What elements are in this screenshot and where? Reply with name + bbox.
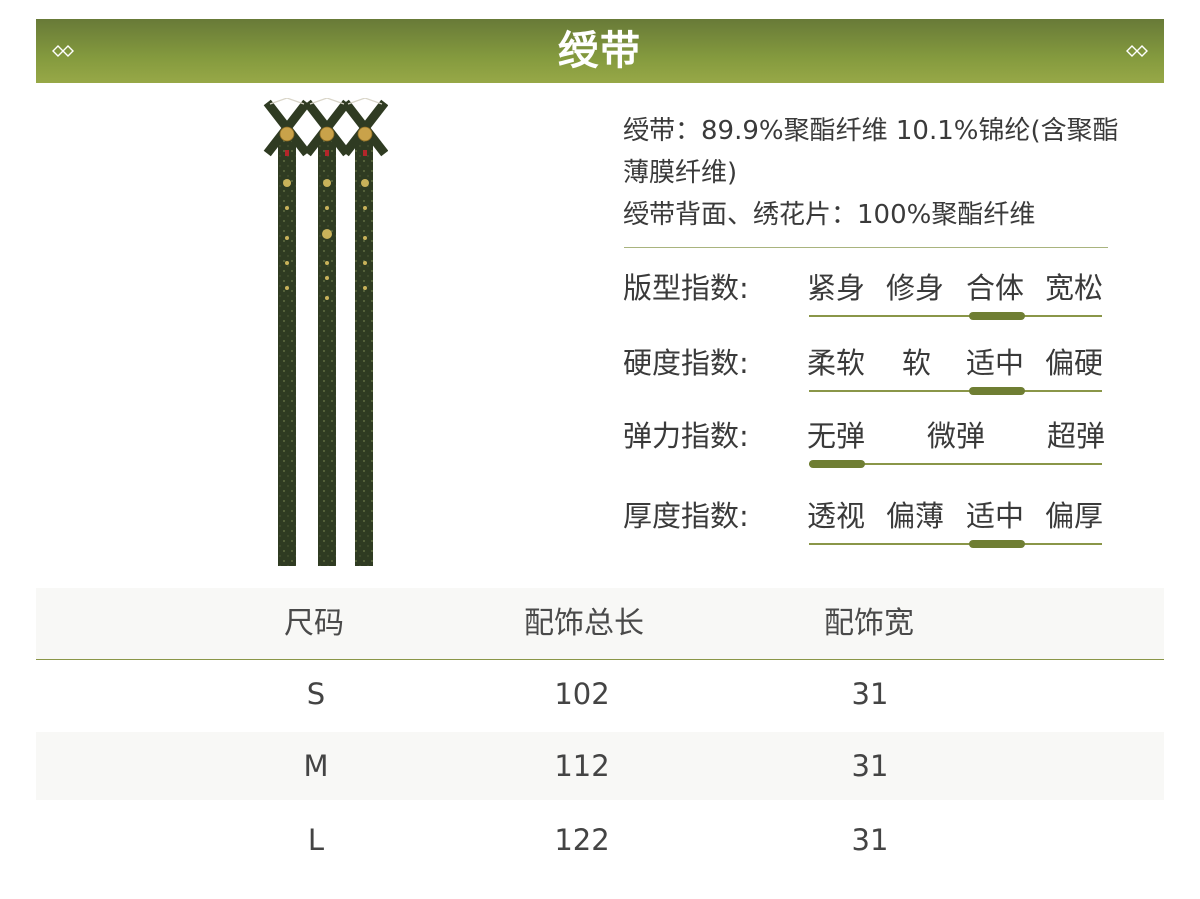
table-row: L 122 31 (36, 806, 1164, 874)
index-label: 版型指数: (623, 271, 749, 305)
hardness-index: 硬度指数: 柔软 软 适中 偏硬 (623, 343, 1113, 395)
table-cell: 31 (851, 677, 889, 711)
double-diamond-icon (1126, 45, 1148, 57)
ribbon-sash-illustration (263, 98, 388, 566)
index-option: 宽松 (1045, 271, 1104, 305)
index-option: 偏薄 (886, 499, 945, 533)
table-cell: L (307, 823, 325, 857)
index-option: 紧身 (807, 271, 866, 305)
table-header: 尺码 配饰总长 配饰宽 (36, 588, 1164, 660)
index-option: 超弹 (1047, 419, 1106, 453)
table-cell: 112 (554, 749, 610, 783)
index-option: 适中 (966, 346, 1025, 380)
material-composition: 绶带：89.9%聚酯纤维 10.1%锦纶(含聚酯 薄膜纤维) 绶带背面、绣花片：… (623, 110, 1143, 236)
page-title: 绶带 (558, 27, 642, 74)
index-option: 软 (902, 346, 932, 380)
index-label: 硬度指数: (623, 346, 749, 380)
elasticity-index: 弹力指数: 无弹 微弹 超弹 (623, 416, 1113, 468)
title-banner: 绶带 (36, 19, 1164, 83)
table-cell: 31 (851, 749, 889, 783)
index-marker (969, 387, 1025, 395)
table-cell: S (306, 677, 326, 711)
table-row: M 112 31 (36, 732, 1164, 800)
header-size: 尺码 (284, 606, 344, 641)
table-cell: M (303, 749, 329, 783)
index-option: 微弹 (927, 419, 986, 453)
index-option: 合体 (966, 271, 1025, 305)
thickness-index: 厚度指数: 透视 偏薄 适中 偏厚 (623, 496, 1113, 548)
index-track (809, 315, 1102, 317)
header-width: 配饰宽 (824, 606, 914, 641)
divider (624, 247, 1108, 248)
index-option: 偏硬 (1045, 346, 1104, 380)
material-line: 薄膜纤维) (623, 158, 738, 188)
index-marker (809, 460, 865, 468)
index-option: 偏厚 (1045, 499, 1104, 533)
index-option: 透视 (807, 499, 866, 533)
index-label: 厚度指数: (623, 499, 749, 533)
index-track (809, 543, 1102, 545)
fit-index: 版型指数: 紧身 修身 合体 宽松 (623, 268, 1113, 320)
table-cell: 122 (554, 823, 610, 857)
index-label: 弹力指数: (623, 419, 749, 453)
index-track (809, 390, 1102, 392)
table-cell: 102 (554, 677, 610, 711)
table-row: S 102 31 (36, 660, 1164, 728)
index-option: 无弹 (807, 419, 866, 453)
index-marker (969, 540, 1025, 548)
header-total-length: 配饰总长 (524, 606, 644, 641)
material-line: 绶带背面、绣花片：100%聚酯纤维 (623, 200, 1036, 230)
index-option: 柔软 (807, 346, 866, 380)
index-marker (969, 312, 1025, 320)
index-option: 修身 (886, 271, 945, 305)
table-cell: 31 (851, 823, 889, 857)
index-option: 适中 (966, 499, 1025, 533)
material-line: 绶带：89.9%聚酯纤维 10.1%锦纶(含聚酯 (623, 116, 1119, 146)
